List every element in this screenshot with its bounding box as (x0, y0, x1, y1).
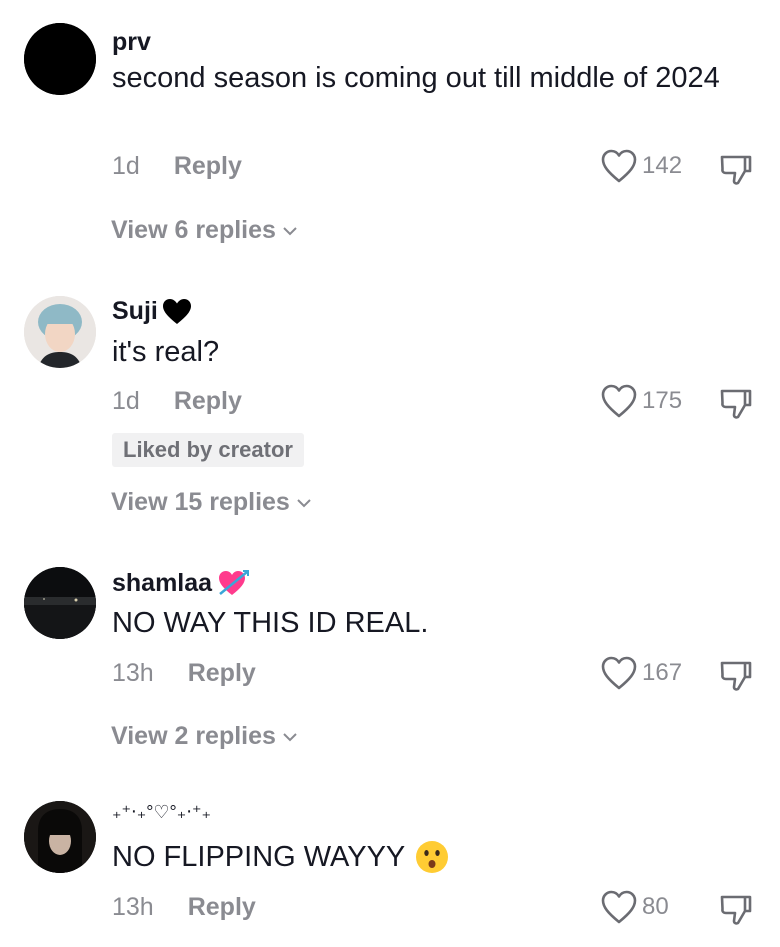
like-button[interactable]: 175 (600, 383, 682, 419)
heart-outline-icon (601, 149, 637, 183)
comment-meta: 13h Reply (112, 659, 256, 688)
avatar[interactable] (24, 23, 96, 95)
username-label: Suji (112, 297, 158, 325)
comment-text: second season is coming out till middle … (112, 62, 720, 94)
username-label: ₊⁺‧₊°♡°₊‧⁺₊ (112, 802, 211, 822)
reply-button[interactable]: Reply (188, 659, 256, 688)
heart-outline-icon (601, 384, 637, 418)
view-replies-label: View 6 replies (111, 216, 276, 244)
comment-time: 13h (112, 659, 154, 687)
like-count: 80 (642, 893, 669, 920)
chevron-down-icon (283, 226, 297, 235)
like-button[interactable]: 80 (600, 889, 669, 925)
comment-meta: 1d Reply (112, 387, 242, 416)
view-replies-button[interactable]: View 2 replies (111, 722, 298, 751)
comment-username[interactable]: shamlaa (112, 568, 250, 598)
like-count: 175 (642, 387, 683, 414)
dislike-button[interactable] (718, 386, 754, 427)
comment-time: 1d (112, 387, 140, 415)
avatar[interactable] (24, 801, 96, 873)
heart-with-arrow-icon (216, 568, 250, 598)
view-replies-label: View 2 replies (111, 722, 276, 750)
like-count: 142 (642, 152, 683, 179)
comment-meta: 13h Reply (112, 893, 256, 922)
reply-button[interactable]: Reply (188, 893, 256, 922)
avatar[interactable] (24, 296, 96, 368)
heart-outline-icon (601, 890, 637, 924)
chevron-down-icon (297, 498, 311, 507)
like-button[interactable]: 167 (600, 655, 682, 691)
like-button[interactable]: 142 (600, 148, 682, 184)
reply-button[interactable]: Reply (174, 387, 242, 416)
username-label: shamlaa (112, 568, 213, 597)
comment-time: 1d (112, 152, 140, 180)
comment-username[interactable]: prv (112, 28, 151, 57)
comment-username[interactable]: ₊⁺‧₊°♡°₊‧⁺₊ (112, 802, 211, 823)
comment-text: NO FLIPPING WAYYY (112, 837, 732, 877)
view-replies-button[interactable]: View 6 replies (111, 216, 298, 245)
comment-text: it's real? (112, 336, 220, 368)
avatar[interactable] (24, 567, 96, 639)
username-label: prv (112, 28, 151, 56)
chevron-down-icon (283, 732, 297, 741)
black-heart-icon (162, 298, 192, 326)
like-count: 167 (642, 659, 683, 686)
view-replies-label: View 15 replies (111, 488, 290, 516)
view-replies-button[interactable]: View 15 replies (111, 488, 312, 517)
thumbs-down-icon (720, 895, 752, 925)
comment-username[interactable]: Suji (112, 297, 192, 326)
dislike-button[interactable] (718, 152, 754, 193)
comment-text-label: NO FLIPPING WAYYY (112, 841, 406, 873)
dislike-button[interactable] (718, 658, 754, 699)
thumbs-down-icon (720, 155, 752, 185)
comment-meta: 1d Reply (112, 152, 242, 181)
thumbs-down-icon (720, 661, 752, 691)
dislike-button[interactable] (718, 892, 754, 933)
comment-time: 13h (112, 893, 154, 921)
reply-button[interactable]: Reply (174, 152, 242, 181)
comment-text: NO WAY THIS ID REAL. (112, 607, 429, 639)
heart-outline-icon (601, 656, 637, 690)
hushed-face-emoji (416, 841, 449, 873)
thumbs-down-icon (720, 389, 752, 419)
liked-by-creator-badge: Liked by creator (112, 433, 304, 467)
